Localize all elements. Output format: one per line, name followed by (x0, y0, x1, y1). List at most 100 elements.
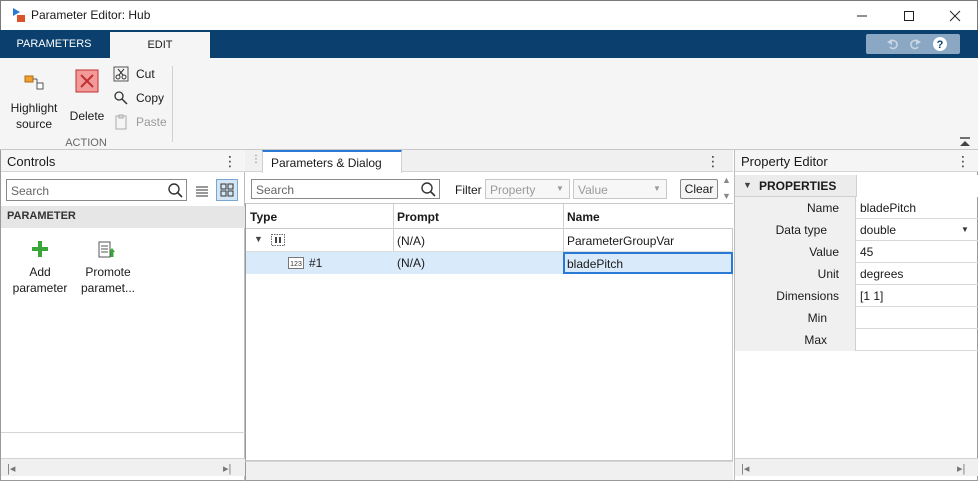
expand-toggle-icon[interactable]: ▼ (254, 234, 263, 244)
maximize-icon (904, 11, 914, 21)
parameters-tab-strip: ⋮ Parameters & Dialog ⋮ (245, 150, 733, 173)
add-parameter-button[interactable]: Add parameter (9, 238, 71, 298)
property-label: Unit (817, 267, 839, 281)
toolstrip-tabs: PARAMETERS EDIT ? (0, 30, 978, 58)
filter-value-select[interactable]: Value ▼ (573, 179, 667, 199)
number-icon: 123 (288, 257, 304, 269)
svg-text:?: ? (937, 39, 944, 51)
property-label: Value (809, 245, 839, 259)
close-icon (949, 10, 961, 22)
table-row-selected[interactable]: 123 #1 (N/A) bladePitch (246, 252, 733, 274)
highlight-source-button[interactable]: Highlight source (6, 66, 62, 136)
column-name[interactable]: Name (567, 210, 600, 224)
controls-scrollbar[interactable]: |◂ ▸| (1, 458, 245, 476)
collapse-toggle-icon[interactable]: ▼ (743, 180, 752, 190)
group-icon (271, 234, 285, 246)
parameters-table: Type Prompt Name ▼ (N/A) ParameterGroupV… (245, 203, 733, 461)
property-row-dimensions[interactable]: Dimensions [1 1] (735, 285, 978, 307)
tab-parameters-dialog[interactable]: Parameters & Dialog (262, 150, 402, 173)
property-label: Dimensions (776, 289, 839, 303)
property-row-data-type[interactable]: Data type double ▼ (735, 219, 978, 241)
filter-property-select[interactable]: Property ▼ (485, 179, 570, 199)
property-row-name[interactable]: Name bladePitch (735, 197, 978, 219)
parameters-scrollbar[interactable] (245, 461, 733, 480)
parameters-search-input[interactable]: Search (251, 179, 440, 199)
parameter-section-label: PARAMETER (7, 210, 76, 222)
highlight-icon (24, 75, 44, 90)
promote-icon (98, 241, 115, 258)
copy-icon (114, 91, 128, 105)
add-label-1: Add (29, 265, 51, 279)
property-label: Data type (775, 223, 827, 237)
close-button[interactable] (932, 1, 978, 31)
search-icon[interactable] (420, 181, 437, 198)
chevron-down-icon[interactable]: ▼ (961, 225, 969, 234)
scroll-right-icon[interactable]: ▸| (957, 462, 965, 475)
clear-button[interactable]: Clear (680, 179, 718, 199)
name-cell-editor[interactable]: bladePitch (563, 252, 733, 274)
ribbon-edit: Highlight source Delete Cut Copy Paste A… (0, 58, 978, 150)
property-label: Name (806, 201, 839, 215)
parameters-dialog-panel: ⋮ Parameters & Dialog ⋮ Search Filter Pr… (245, 150, 734, 481)
collapse-ribbon-icon[interactable] (958, 136, 972, 148)
parameters-menu-icon[interactable]: ⋮ (706, 153, 720, 170)
property-row-unit[interactable]: Unit degrees (735, 263, 978, 285)
paste-label: Paste (136, 115, 167, 129)
list-view-icon[interactable] (194, 183, 210, 199)
copy-button[interactable]: Copy (113, 90, 168, 108)
property-value: 45 (860, 245, 874, 259)
delete-label: Delete (69, 109, 105, 123)
promote-parameter-button[interactable]: Promote paramet... (77, 238, 139, 298)
grid-view-toggle[interactable] (216, 179, 238, 201)
properties-section-header[interactable]: ▼ PROPERTIES (735, 175, 978, 197)
minimize-button[interactable] (839, 1, 885, 31)
undo-icon[interactable] (886, 37, 900, 51)
property-row-min[interactable]: Min (735, 307, 978, 329)
ribbon-divider (172, 66, 173, 142)
cut-icon (113, 66, 129, 82)
highlight-label-1: Highlight (10, 101, 58, 115)
controls-menu-icon[interactable]: ⋮ (223, 153, 237, 170)
scroll-up-icon[interactable]: ▲ (722, 175, 731, 185)
property-label: Max (804, 333, 827, 347)
column-prompt[interactable]: Prompt (397, 210, 439, 224)
tab-edit[interactable]: EDIT (110, 32, 210, 58)
column-type[interactable]: Type (250, 210, 277, 224)
property-editor-menu-icon[interactable]: ⋮ (956, 153, 970, 170)
title-bar: Parameter Editor: Hub (0, 0, 978, 30)
property-editor-scrollbar[interactable]: |◂ ▸| (735, 458, 978, 476)
filter-label: Filter (455, 183, 482, 197)
drag-handle-icon[interactable]: ⋮ (251, 154, 261, 165)
row-prompt: (N/A) (397, 256, 425, 270)
highlight-label-2: source (15, 117, 53, 131)
property-value: bladePitch (860, 201, 917, 215)
paste-button[interactable]: Paste (113, 114, 168, 132)
search-icon[interactable] (167, 182, 184, 199)
delete-button[interactable]: Delete (66, 66, 108, 136)
scroll-down-icon[interactable]: ▼ (722, 191, 731, 201)
promote-label-2: paramet... (80, 281, 136, 295)
property-value: double (860, 223, 897, 237)
controls-search-input[interactable]: Search (6, 179, 187, 201)
grid-view-icon (220, 183, 234, 197)
property-row-value[interactable]: Value 45 (735, 241, 978, 263)
chevron-down-icon: ▼ (556, 184, 564, 193)
parameters-dialog-tab-label: Parameters & Dialog (271, 156, 382, 170)
action-section-label: ACTION (65, 137, 107, 149)
filter-value-value: Value (578, 183, 608, 197)
cut-button[interactable]: Cut (113, 66, 168, 84)
property-row-max[interactable]: Max (735, 329, 978, 351)
property-value: [1 1] (860, 289, 884, 303)
redo-icon[interactable] (908, 37, 922, 51)
filter-property-value: Property (490, 183, 536, 197)
scroll-right-icon[interactable]: ▸| (223, 462, 231, 475)
scroll-left-icon[interactable]: |◂ (7, 462, 15, 475)
maximize-button[interactable] (886, 1, 932, 31)
scroll-left-icon[interactable]: |◂ (741, 462, 749, 475)
row-name: bladePitch (567, 257, 624, 271)
parameters-search-placeholder: Search (256, 183, 295, 197)
tab-parameters[interactable]: PARAMETERS (0, 30, 108, 58)
delete-icon (75, 69, 99, 93)
table-row[interactable]: ▼ (N/A) ParameterGroupVar (246, 229, 733, 252)
help-icon[interactable]: ? (932, 36, 948, 52)
